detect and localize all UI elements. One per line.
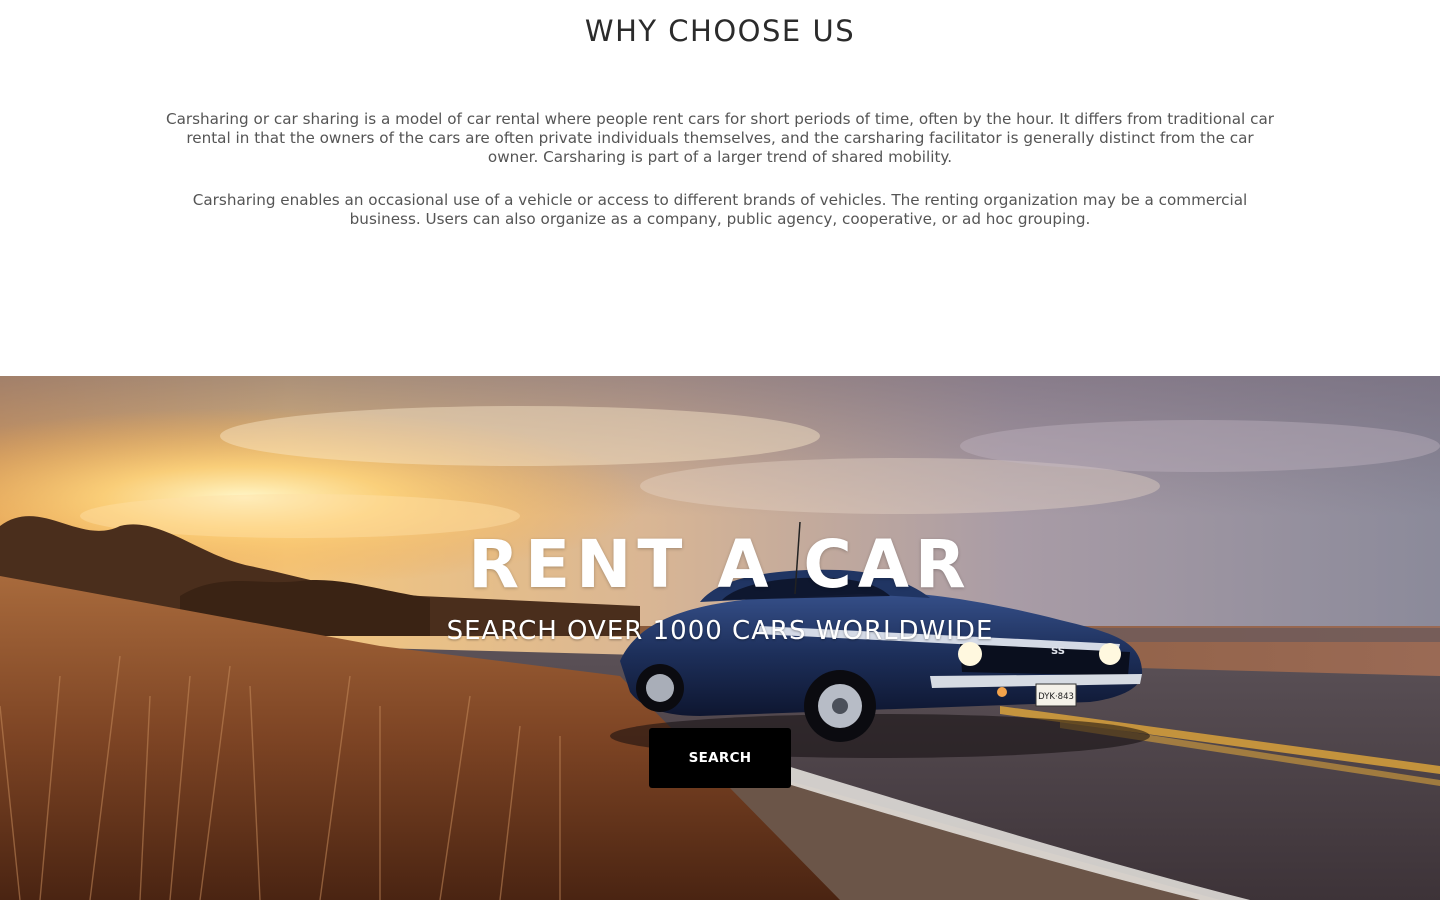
intro-paragraph-1: Carsharing or car sharing is a model of … xyxy=(165,110,1275,166)
hero-banner: DYK·843 SS RENT A CAR SEARCH OVER 1000 C… xyxy=(0,376,1440,900)
hero-subtitle: SEARCH OVER 1000 CARS WORLDWIDE xyxy=(446,616,994,646)
why-choose-us-section: WHY CHOOSE US Carsharing or car sharing … xyxy=(0,0,1440,376)
search-button[interactable]: SEARCH xyxy=(649,728,791,788)
svg-text:SS: SS xyxy=(1051,646,1065,657)
hero-title: RENT A CAR xyxy=(468,526,972,603)
svg-text:DYK·843: DYK·843 xyxy=(1038,692,1074,702)
section-title: WHY CHOOSE US xyxy=(584,14,856,48)
intro-paragraph-2: Carsharing enables an occasional use of … xyxy=(192,191,1248,228)
